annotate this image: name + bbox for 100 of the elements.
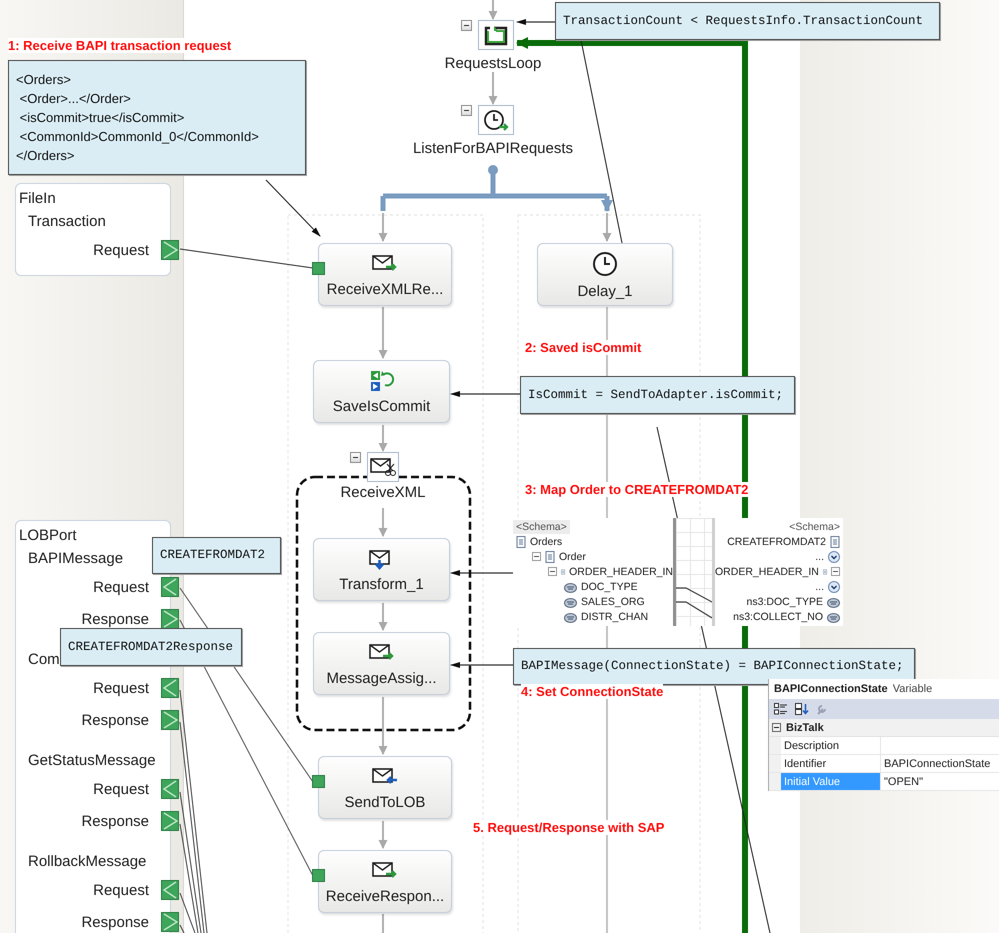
port-handle[interactable] bbox=[161, 779, 179, 799]
collapse-button[interactable] bbox=[350, 452, 361, 463]
message-label: Request bbox=[93, 578, 149, 596]
step-heading: 5. Request/Response with SAP bbox=[473, 820, 664, 835]
shape-label: SendToLOB bbox=[344, 794, 426, 810]
container-node[interactable] bbox=[367, 452, 399, 482]
property-value[interactable]: "OPEN" bbox=[881, 773, 999, 790]
collapse-button[interactable] bbox=[831, 567, 840, 576]
operation-name: Com bbox=[28, 650, 60, 670]
categorized-icon[interactable] bbox=[774, 703, 788, 715]
message-label: Response bbox=[81, 812, 149, 830]
shape-label: RequestsLoop bbox=[444, 55, 542, 72]
flow-arrow bbox=[378, 697, 388, 755]
port-handle[interactable] bbox=[161, 678, 179, 698]
shape-node[interactable]: Delay_1 bbox=[537, 243, 673, 306]
collapse-button[interactable] bbox=[461, 105, 472, 116]
schema-node[interactable]: CREATEFROMDAT2 bbox=[727, 536, 826, 548]
shape-node[interactable]: SaveIsCommit bbox=[313, 360, 450, 423]
message-label: Response bbox=[81, 610, 149, 628]
schema-node[interactable]: ns3:COLLECT_NO bbox=[733, 610, 823, 622]
message-label: Response bbox=[81, 914, 149, 930]
message-label: Request bbox=[93, 882, 149, 898]
flow-arrow bbox=[378, 508, 388, 537]
port-handle[interactable] bbox=[161, 577, 179, 597]
category-name: BizTalk bbox=[786, 722, 824, 734]
code-callout: BAPIMessage(ConnectionState) = BAPIConnectionState; bbox=[513, 648, 915, 685]
document-icon bbox=[516, 536, 526, 548]
document-icon bbox=[545, 550, 555, 562]
property-name[interactable]: Description bbox=[781, 737, 881, 754]
step-heading: 1: Receive BAPI transaction request bbox=[8, 38, 232, 53]
operation-name: BAPIMessage bbox=[28, 549, 124, 569]
message-label: Response bbox=[81, 712, 149, 728]
port-handle[interactable] bbox=[161, 609, 179, 629]
code-callout: CREATEFROMDAT2 bbox=[152, 537, 281, 574]
schema-node[interactable]: ORDER_HEADER_IN bbox=[569, 566, 673, 578]
shape-label: SaveIsCommit bbox=[332, 398, 430, 414]
container-node[interactable] bbox=[478, 20, 514, 50]
flow-arrow bbox=[488, 0, 498, 20]
document-icon bbox=[830, 536, 840, 548]
shape-node[interactable]: MessageAssig... bbox=[313, 632, 450, 695]
schema-node[interactable]: ORDER_HEADER_IN bbox=[715, 566, 819, 578]
flow-arrow bbox=[378, 213, 388, 242]
port-handle[interactable] bbox=[161, 912, 179, 932]
property-name[interactable]: Identifier bbox=[781, 755, 881, 772]
shape-label: MessageAssig... bbox=[326, 670, 437, 686]
port-name: FileIn bbox=[19, 189, 56, 209]
envelope-icon bbox=[369, 455, 397, 479]
shape-node[interactable]: Transform_1 bbox=[313, 538, 450, 601]
port-handle[interactable] bbox=[161, 240, 179, 260]
port-handle[interactable] bbox=[161, 811, 179, 831]
field-icon bbox=[827, 596, 840, 608]
collapse-button[interactable] bbox=[772, 723, 781, 732]
flow-arrow bbox=[378, 425, 388, 452]
step-heading: 4: Set ConnectionState bbox=[521, 684, 664, 699]
value-field[interactable] bbox=[881, 737, 999, 754]
shape-node[interactable]: ReceiveRespon... bbox=[318, 850, 452, 913]
flow-arrow bbox=[378, 821, 388, 849]
port-handle[interactable] bbox=[161, 880, 179, 900]
code-callout: TransactionCount < RequestsInfo.TransactionCount bbox=[555, 2, 940, 40]
code-callout: IsCommit = SendToAdapter.isCommit; bbox=[520, 376, 795, 414]
port-handle[interactable] bbox=[161, 710, 179, 730]
field-icon bbox=[827, 610, 840, 622]
leader-line bbox=[516, 19, 556, 25]
schema-node[interactable]: DISTR_CHAN bbox=[581, 610, 648, 622]
field-icon bbox=[564, 610, 577, 622]
shape-node[interactable]: SendToLOB bbox=[318, 756, 452, 819]
operation-name: RollbackMessage bbox=[28, 852, 146, 872]
schema-header: <Schema> bbox=[513, 520, 570, 534]
flow-line bbox=[382, 914, 384, 933]
shape-node[interactable]: ReceiveXMLRe... bbox=[318, 243, 452, 306]
property-title: BAPIConnectionState bbox=[774, 683, 888, 695]
leader-line bbox=[450, 391, 520, 397]
schema-header: <Schema> bbox=[788, 520, 841, 534]
message-label: Request bbox=[93, 780, 149, 798]
sort-icon[interactable] bbox=[795, 703, 809, 715]
message-label: Request bbox=[93, 680, 149, 696]
leader-line bbox=[266, 180, 321, 237]
operation-name: Transaction bbox=[28, 212, 106, 232]
flow-arrow bbox=[602, 213, 612, 242]
property-value[interactable]: BAPIConnectionState bbox=[881, 755, 999, 772]
message-label: Request bbox=[93, 242, 149, 258]
clock-icon bbox=[482, 108, 510, 132]
schema-node[interactable]: Orders bbox=[530, 536, 562, 548]
container-node[interactable] bbox=[478, 105, 514, 135]
operation-name: GetStatusMessage bbox=[28, 751, 156, 771]
chevron-icon[interactable] bbox=[828, 580, 840, 592]
schema-node[interactable]: ns3:DOC_TYPE bbox=[746, 596, 823, 608]
schema-node[interactable]: Order bbox=[559, 550, 586, 562]
step-heading: 2: Saved isCommit bbox=[525, 340, 642, 355]
schema-node[interactable]: DOC_TYPE bbox=[581, 580, 638, 592]
shape-label: Delay_1 bbox=[577, 282, 633, 300]
port-name: LOBPort bbox=[19, 526, 77, 546]
leader-line bbox=[450, 570, 514, 576]
field-icon bbox=[564, 580, 577, 592]
clock-icon bbox=[591, 250, 619, 278]
flow-arrow bbox=[378, 603, 388, 631]
shape-label: ListenForBAPIRequests bbox=[412, 140, 574, 157]
chevron-icon[interactable] bbox=[828, 550, 840, 562]
collapse-button[interactable] bbox=[461, 20, 472, 31]
schema-node[interactable]: SALES_ORG bbox=[581, 596, 645, 608]
